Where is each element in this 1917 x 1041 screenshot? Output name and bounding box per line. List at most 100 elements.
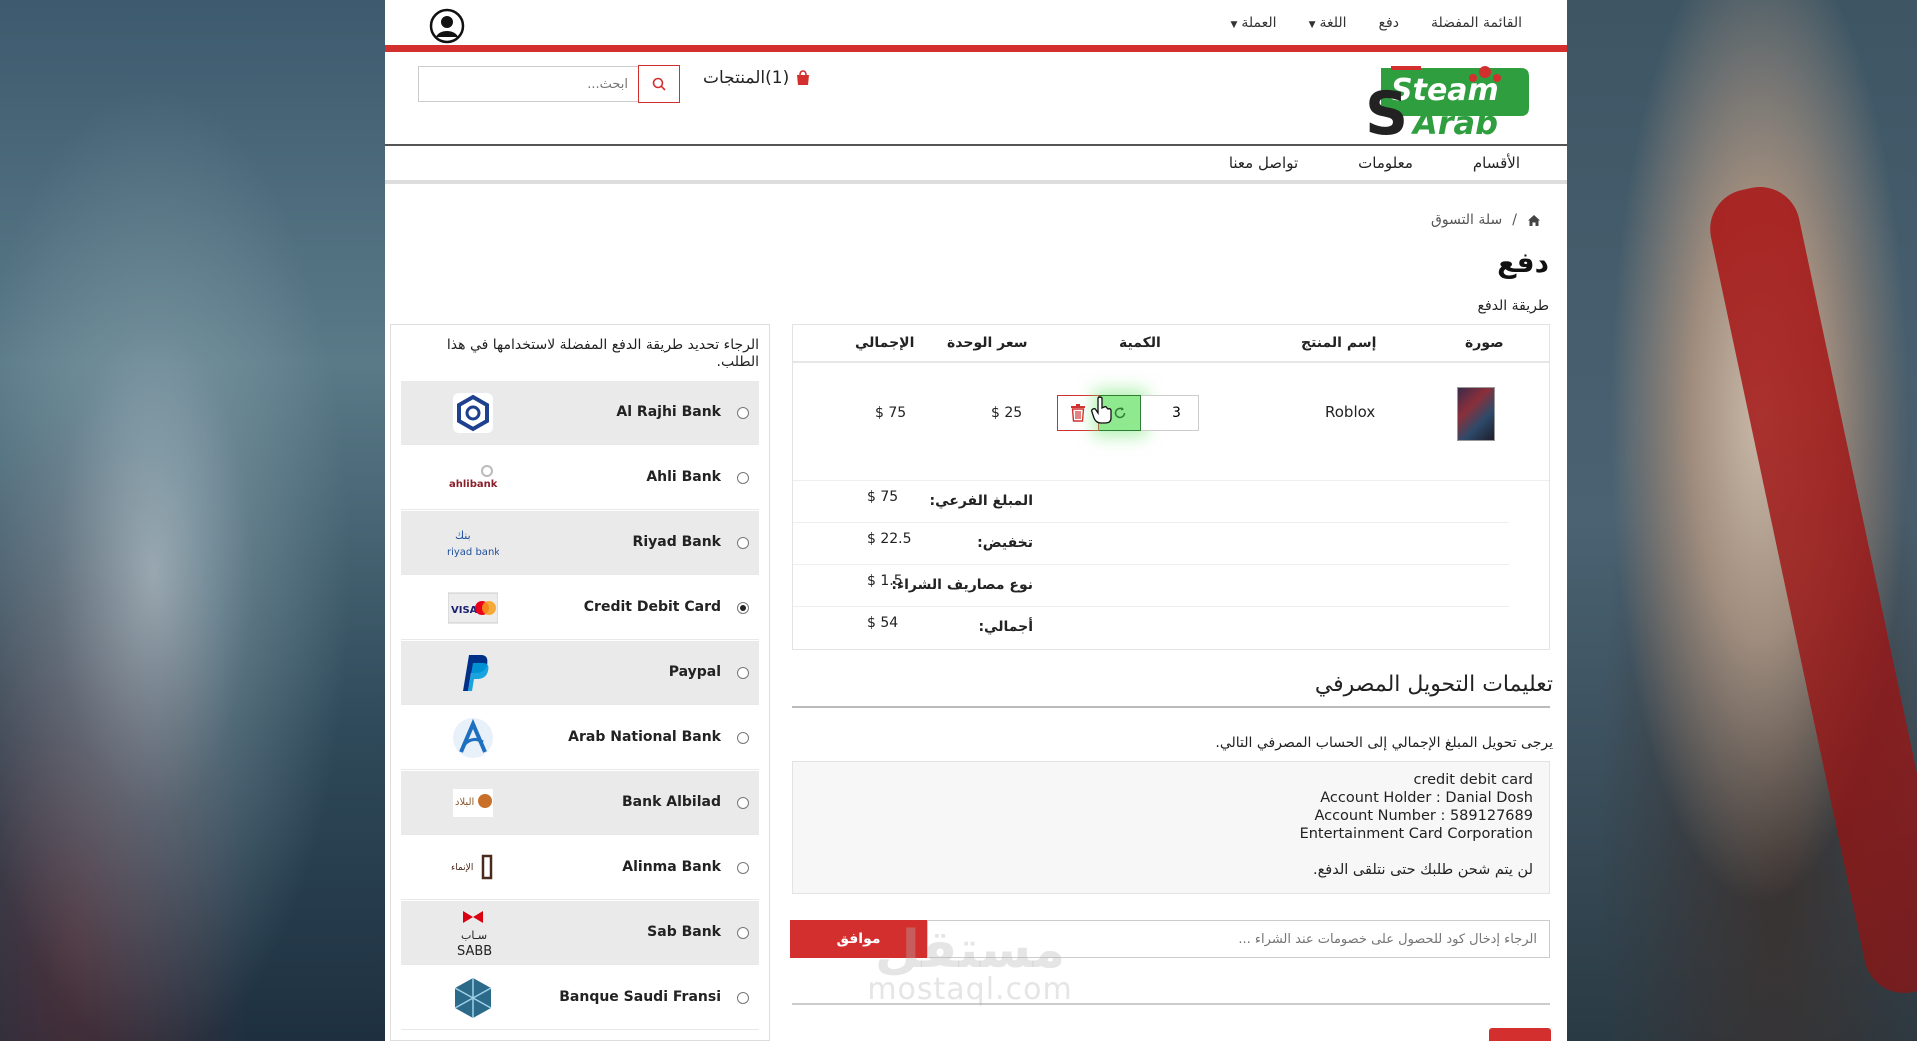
radio-alinma[interactable] — [737, 862, 749, 874]
cart-label: (1)المنتجات — [703, 68, 790, 88]
payment-option-label: Sab Bank — [647, 924, 721, 940]
background-stripe — [1702, 179, 1917, 1001]
nav-info[interactable]: معلومات — [1358, 154, 1413, 172]
grand-total-value: $ 54 — [867, 615, 899, 631]
user-account-icon[interactable] — [429, 8, 465, 44]
hand-cursor-icon — [1091, 396, 1112, 424]
breadcrumb-cart-link[interactable]: سلة التسوق — [1431, 212, 1502, 228]
wishlist-link[interactable]: القائمة المفضلة — [1431, 15, 1522, 31]
background-art-right — [1567, 0, 1917, 1041]
payment-methods-panel: الرجاء تحديد طريقة الدفع المفضلة لاستخدا… — [390, 324, 770, 1041]
shopping-bag-icon — [797, 70, 810, 85]
product-name[interactable]: Roblox — [1325, 403, 1375, 421]
radio-riyad[interactable] — [737, 537, 749, 549]
submit-order-button[interactable] — [1489, 1028, 1551, 1041]
search-button[interactable] — [638, 65, 680, 103]
payment-option-paypal[interactable]: Paypal — [401, 641, 759, 705]
payment-option-label: Arab National Bank — [568, 729, 721, 745]
home-icon[interactable] — [1527, 214, 1541, 227]
checkout-link[interactable]: دفع — [1379, 15, 1399, 31]
payment-option-alinma[interactable]: Alinma Bank الإنماء — [401, 836, 759, 900]
chevron-down-icon: ▼ — [1308, 19, 1316, 30]
radio-ahli[interactable] — [737, 472, 749, 484]
riyadbank-logo-icon: بنك riyad bank — [447, 519, 499, 567]
payment-option-albilad[interactable]: Bank Albilad البلاد — [401, 771, 759, 835]
col-image: صورة — [1465, 335, 1504, 351]
alinma-logo-glyph: الإنماء — [451, 863, 473, 873]
refresh-icon — [1114, 407, 1125, 419]
table-row: Roblox 3 $ 25 $ 75 — [793, 363, 1549, 481]
payment-option-ahli[interactable]: Ahli Bank ahlibank — [401, 446, 759, 510]
summary-fees-row: نوع مصاريف الشراء: $ 1.5 — [793, 565, 1509, 607]
background-art-left — [0, 0, 385, 1041]
anb-logo-icon — [447, 714, 499, 762]
payment-option-label: Alinma Bank — [622, 859, 721, 875]
payment-methods-intro: الرجاء تحديد طريقة الدفع المفضلة لاستخدا… — [446, 337, 759, 370]
payment-option-al-rajhi[interactable]: Al Rajhi Bank — [401, 381, 759, 445]
radio-credit-card[interactable] — [737, 602, 749, 614]
account-line: Entertainment Card Corporation — [1299, 826, 1533, 842]
account-line: Account Holder : Danial Dosh — [1320, 790, 1533, 806]
radio-bsf[interactable] — [737, 992, 749, 1004]
paypal-logo-icon — [447, 649, 499, 697]
product-thumbnail[interactable] — [1457, 387, 1495, 441]
sabb-logo-text: SABB — [457, 944, 492, 959]
nav-categories[interactable]: الأقسام — [1473, 154, 1520, 172]
payment-option-bsf[interactable]: Banque Saudi Fransi — [401, 966, 759, 1030]
payment-option-anb[interactable]: Arab National Bank — [401, 706, 759, 770]
main-nav: الأقسام معلومات تواصل معنا — [385, 146, 1567, 184]
steam-arab-logo[interactable]: Steam Arab S — [1361, 60, 1531, 140]
logo-text-bottom: Arab — [1410, 104, 1498, 140]
chevron-down-icon: ▼ — [1230, 19, 1238, 30]
account-line: credit debit card — [1413, 772, 1533, 788]
breadcrumb-separator: / — [1512, 212, 1517, 228]
subtotal-value: $ 75 — [867, 489, 899, 505]
watermark-arabic: مستقل — [874, 920, 1066, 980]
sabb-logo-icon: سـاب SABB — [447, 909, 499, 959]
payment-option-riyad[interactable]: Riyad Bank بنك riyad bank — [401, 511, 759, 575]
visa-logo-text: VISA — [451, 605, 478, 616]
radio-anb[interactable] — [737, 732, 749, 744]
radio-al-rajhi[interactable] — [737, 407, 749, 419]
riyadbank-logo-text: riyad bank — [447, 547, 499, 558]
payment-option-label: Bank Albilad — [622, 794, 721, 810]
cart-link[interactable]: (1)المنتجات — [703, 68, 811, 88]
subtotal-label: المبلغ الفرعي: — [929, 493, 1033, 509]
cart-table: صورة إسم المنتج الكمية سعر الوحدة الإجما… — [792, 324, 1550, 650]
radio-paypal[interactable] — [737, 667, 749, 679]
fees-value: $ 1.5 — [867, 573, 903, 589]
summary-discount-row: تخفيض: $ 22.5 — [793, 523, 1509, 565]
currency-label: العملة — [1241, 14, 1277, 31]
fees-label: نوع مصاريف الشراء: — [891, 577, 1033, 593]
payment-option-sabb[interactable]: Sab Bank سـاب SABB — [401, 901, 759, 965]
col-unit-price: سعر الوحدة — [947, 335, 1028, 351]
watermark-url: mostaql.com — [867, 972, 1073, 1007]
bsf-logo-icon — [447, 974, 499, 1022]
radio-sabb[interactable] — [737, 927, 749, 939]
site-header: Steam Arab S (1)المنتجات — [385, 52, 1567, 146]
discount-value: $ 22.5 — [867, 531, 912, 547]
albilad-logo-icon: البلاد — [447, 779, 499, 827]
quantity-input[interactable] — [1141, 395, 1199, 431]
account-line: Account Number : 589127689 — [1314, 808, 1533, 824]
ahlibank-logo-text: ahlibank — [449, 479, 498, 490]
summary-total-row: أجمالي: $ 54 — [793, 607, 1509, 649]
quantity-control — [1057, 395, 1199, 431]
payment-option-credit-card[interactable]: Credit Debit Card VISA — [401, 576, 759, 640]
logo-s-glyph: S — [1365, 79, 1408, 140]
riyadbank-logo-glyph: بنك — [455, 529, 471, 542]
albilad-logo-glyph: البلاد — [455, 797, 474, 808]
unit-price: $ 25 — [991, 405, 1023, 421]
watermark: مستقل mostaql.com — [840, 920, 1100, 1010]
payment-option-label: Riyad Bank — [632, 534, 721, 550]
search-bar — [418, 65, 680, 103]
language-dropdown[interactable]: اللغة▼ — [1309, 15, 1347, 31]
alrajhi-logo-icon — [447, 389, 499, 437]
nav-contact[interactable]: تواصل معنا — [1229, 154, 1298, 172]
search-input[interactable] — [418, 66, 638, 102]
bank-account-details: credit debit card Account Holder : Dania… — [792, 761, 1550, 894]
currency-dropdown[interactable]: العملة▼ — [1230, 15, 1276, 31]
radio-albilad[interactable] — [737, 797, 749, 809]
col-product-name: إسم المنتج — [1301, 335, 1377, 351]
line-total: $ 75 — [875, 405, 907, 421]
